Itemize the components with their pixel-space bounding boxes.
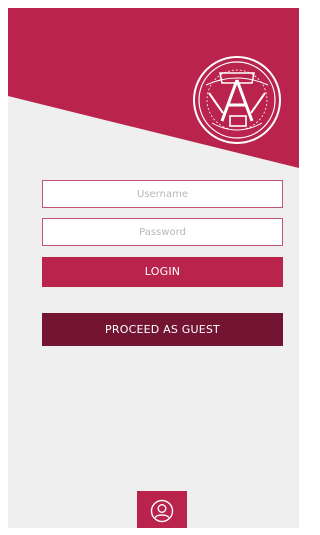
username-input[interactable] [42,180,283,208]
university-seal-icon [193,56,281,144]
password-input[interactable] [42,218,283,246]
user-icon [150,499,174,523]
login-screen: LOGIN PROCEED AS GUEST [8,8,299,528]
app-screen: LOGIN PROCEED AS GUEST [0,0,306,535]
profile-button[interactable] [137,491,187,528]
proceed-as-guest-button[interactable]: PROCEED AS GUEST [42,313,283,346]
login-button[interactable]: LOGIN [42,257,283,287]
